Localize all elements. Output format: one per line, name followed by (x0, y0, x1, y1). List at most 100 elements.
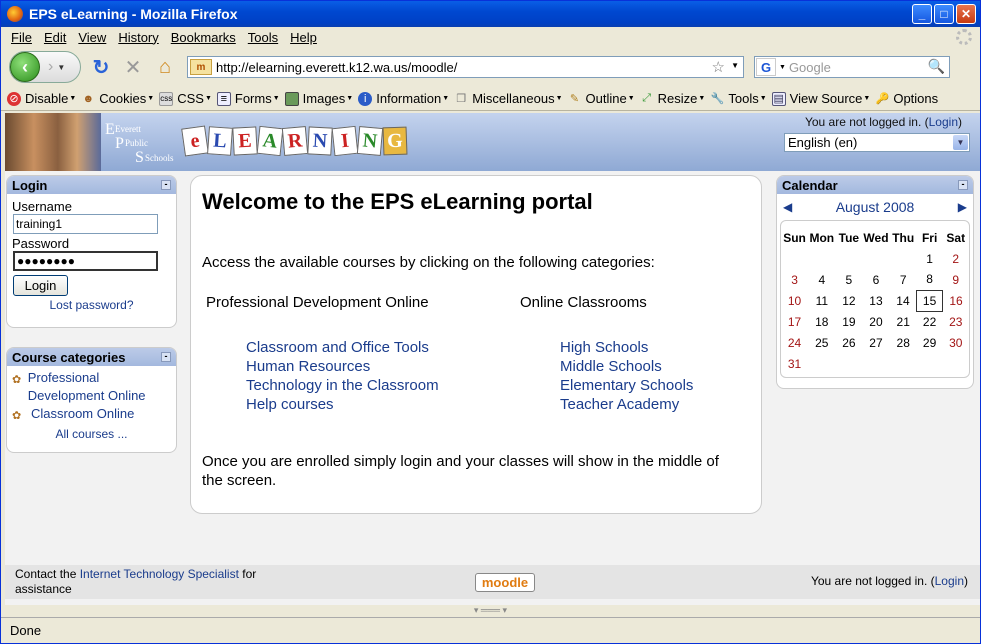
cookies-icon: ☻ (82, 92, 95, 105)
eps-logo: E Everett P Public S Schools (105, 121, 174, 166)
moodle-logo[interactable]: moodle (475, 573, 535, 592)
calendar-day: 27 (869, 335, 883, 350)
close-button[interactable]: ✕ (956, 4, 976, 24)
dev-disable[interactable]: ⊘ Disable ▼ (7, 91, 76, 106)
all-courses-link[interactable]: All courses ... (55, 427, 127, 441)
menu-tools[interactable]: Tools (242, 30, 284, 45)
search-icon[interactable]: 🔍 (928, 58, 945, 75)
throbber-icon (956, 29, 972, 45)
menu-file[interactable]: File (5, 30, 38, 45)
url-dropdown-icon[interactable]: ▼ (731, 61, 739, 70)
course-link[interactable]: Elementary Schools (560, 377, 693, 394)
course-link[interactable]: Human Resources (246, 358, 370, 375)
engine-dropdown-icon[interactable]: ▼ (779, 64, 786, 71)
footer-login-link[interactable]: Login (935, 574, 964, 588)
back-icon[interactable]: ‹ (10, 52, 40, 82)
menu-help[interactable]: Help (284, 30, 323, 45)
stop-icon[interactable]: ✕ (121, 55, 145, 79)
calendar-day: 1 (926, 251, 933, 266)
resize-grip-icon[interactable]: ▾ ═══ ▾ (1, 605, 980, 617)
course-link[interactable]: Middle Schools (560, 358, 662, 375)
home-icon[interactable]: ⌂ (153, 55, 177, 79)
menu-history[interactable]: History (112, 30, 164, 45)
specialist-link[interactable]: Internet Technology Specialist (80, 567, 239, 581)
prev-month-icon[interactable]: ◀ (783, 200, 792, 214)
navigation-toolbar: ‹ › ▼ ↻ ✕ ⌂ m http://elearning.everett.k… (1, 47, 980, 87)
outline-icon: ✎ (569, 93, 580, 105)
lost-password-link[interactable]: Lost password? (49, 298, 133, 312)
category-professional-link[interactable]: Professional Development Online (28, 369, 176, 405)
dev-miscellaneous[interactable]: ❒ Miscellaneous ▼ (454, 91, 562, 106)
course-link[interactable]: High Schools (560, 339, 648, 356)
maximize-button[interactable]: □ (934, 4, 954, 24)
header-login-link[interactable]: Login (929, 115, 958, 129)
elearning-logo: e L E A R N I N G (181, 125, 408, 157)
search-engine-icon[interactable]: G (756, 58, 776, 76)
dev-forms[interactable]: ≡ Forms ▼ (216, 91, 280, 106)
menu-edit[interactable]: Edit (38, 30, 72, 45)
forward-icon[interactable]: › (48, 58, 53, 76)
view-source-icon: ▤ (771, 91, 786, 106)
collapse-icon[interactable]: - (161, 180, 171, 190)
history-dropdown-icon[interactable]: ▼ (57, 63, 65, 72)
status-text: Done (10, 623, 42, 638)
password-input[interactable] (13, 251, 158, 271)
menu-view[interactable]: View (72, 30, 112, 45)
course-link[interactable]: Teacher Academy (560, 396, 679, 413)
images-icon (284, 91, 299, 106)
window-title: EPS eLearning - Mozilla Firefox (29, 6, 238, 22)
collapse-icon[interactable]: - (958, 180, 968, 190)
contact-text: Contact the Internet Technology Speciali… (15, 567, 257, 596)
back-forward-group: ‹ › ▼ (9, 51, 81, 83)
menu-bookmarks[interactable]: Bookmarks (165, 30, 242, 45)
resize-icon: ⤢ (642, 92, 652, 104)
chevron-down-icon[interactable]: ▼ (953, 135, 968, 150)
calendar-day: 11 (815, 293, 829, 308)
minimize-button[interactable]: _ (912, 4, 932, 24)
login-button[interactable]: Login (13, 275, 68, 296)
menu-bar: File Edit View History Bookmarks Tools H… (1, 27, 980, 47)
calendar-day: 29 (922, 335, 937, 350)
course-link[interactable]: Help courses (246, 396, 334, 413)
month-link[interactable]: August 2008 (836, 199, 915, 215)
dev-outline[interactable]: ✎ Outline ▼ (568, 91, 635, 106)
calendar-day: 8 (926, 272, 933, 287)
reload-icon[interactable]: ↻ (89, 55, 113, 79)
language-select[interactable]: English (en) ▼ (784, 133, 970, 152)
search-box[interactable]: G ▼ Google 🔍 (754, 56, 950, 78)
intro-text: Access the available courses by clicking… (202, 254, 655, 271)
dev-information[interactable]: i Information ▼ (358, 91, 449, 106)
category-item: ✿ Professional Development Online (7, 369, 176, 405)
calendar-day: 6 (872, 272, 880, 287)
calendar-day: 3 (791, 272, 798, 287)
collapse-icon[interactable]: - (161, 352, 171, 362)
dev-resize[interactable]: ⤢ Resize ▼ (640, 91, 705, 106)
miscellaneous-icon: ❒ (456, 93, 467, 105)
status-bar: Done (1, 617, 980, 643)
calendar-day: 16 (949, 293, 963, 308)
calendar-day: 18 (815, 314, 829, 329)
address-bar[interactable]: m http://elearning.everett.k12.wa.us/moo… (187, 56, 744, 78)
course-link[interactable]: Classroom and Office Tools (246, 339, 429, 356)
dev-tools[interactable]: 🔧 Tools ▼ (710, 91, 767, 106)
calendar-day: 23 (949, 314, 963, 329)
url-text: http://elearning.everett.k12.wa.us/moodl… (216, 59, 458, 75)
dev-css[interactable]: css CSS ▼ (159, 91, 212, 106)
calendar-day: 25 (815, 335, 829, 350)
calendar-day: 7 (899, 272, 907, 287)
username-input[interactable] (13, 214, 158, 234)
dev-view-source[interactable]: ▤ View Source ▼ (771, 91, 870, 106)
dev-cookies[interactable]: ☻ Cookies ▼ (81, 91, 155, 106)
dev-images[interactable]: Images ▼ (284, 91, 353, 106)
calendar-day: 17 (787, 314, 802, 329)
column2-title: Online Classrooms (520, 294, 647, 311)
next-month-icon[interactable]: ▶ (958, 200, 967, 214)
category-icon: ✿ (12, 410, 22, 422)
category-item: ✿ Classroom Online (7, 405, 176, 423)
options-icon: 🔑 (875, 93, 890, 105)
dev-options[interactable]: 🔑 Options (875, 91, 938, 106)
course-link[interactable]: Technology in the Classroom (246, 377, 439, 394)
category-classroom-link[interactable]: Classroom Online (31, 405, 134, 423)
page-viewport: E Everett P Public S Schools e L E A R N… (5, 113, 980, 605)
bookmark-star-icon[interactable]: ☆ (712, 58, 725, 76)
